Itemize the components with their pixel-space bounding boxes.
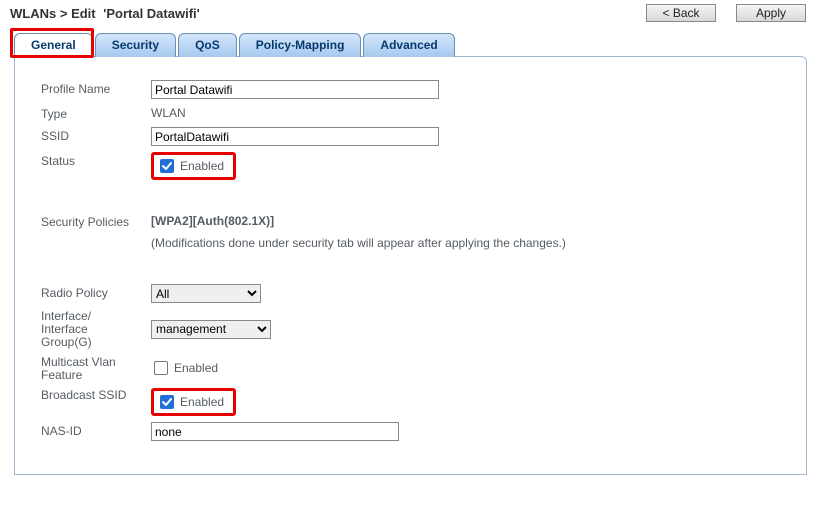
tabs: General Security QoS Policy-Mapping Adva… (14, 32, 807, 56)
broadcast-enabled-label: Enabled (180, 395, 224, 409)
page-title: WLANs > Edit 'Portal Datawifi' (10, 6, 200, 21)
check-icon (162, 397, 172, 407)
label-broadcast: Broadcast SSID (35, 385, 145, 419)
input-profile-name[interactable] (151, 80, 439, 99)
security-note: (Modifications done under security tab w… (151, 236, 566, 250)
value-security-policies: [WPA2][Auth(802.1X)] (151, 214, 566, 228)
tab-advanced[interactable]: Advanced (363, 33, 454, 57)
tab-qos[interactable]: QoS (178, 33, 237, 57)
breadcrumb-2: Edit (71, 6, 96, 21)
check-icon (162, 161, 172, 171)
input-nasid[interactable] (151, 422, 399, 441)
label-security-policies: Security Policies (35, 211, 145, 253)
breadcrumb-sep: > (60, 6, 68, 21)
multicast-enabled-label: Enabled (174, 361, 218, 375)
select-interface[interactable]: management (151, 320, 271, 339)
tab-policy-mapping[interactable]: Policy-Mapping (239, 33, 362, 57)
label-multicast: Multicast Vlan Feature (35, 352, 145, 385)
label-radio-policy: Radio Policy (35, 281, 145, 306)
checkbox-broadcast[interactable] (160, 395, 174, 409)
broadcast-highlight: Enabled (151, 388, 236, 416)
general-panel: Profile Name Type WLAN SSID Status (14, 56, 807, 475)
tab-security[interactable]: Security (95, 33, 176, 57)
select-radio-policy[interactable]: All (151, 284, 261, 303)
input-ssid[interactable] (151, 127, 439, 146)
label-nasid: NAS-ID (35, 419, 145, 444)
back-button[interactable]: < Back (646, 4, 716, 22)
status-highlight: Enabled (151, 152, 236, 180)
checkbox-multicast[interactable] (154, 361, 168, 375)
label-ssid: SSID (35, 124, 145, 149)
label-interface: Interface/ Interface Group(G) (35, 306, 145, 352)
label-type: Type (35, 102, 145, 124)
tab-general[interactable]: General (14, 33, 93, 57)
wlan-name: 'Portal Datawifi' (103, 6, 199, 21)
label-status: Status (35, 149, 145, 183)
label-profile-name: Profile Name (35, 77, 145, 102)
apply-button[interactable]: Apply (736, 4, 806, 22)
value-type: WLAN (145, 102, 572, 124)
checkbox-status[interactable] (160, 159, 174, 173)
breadcrumb-1: WLANs (10, 6, 56, 21)
status-enabled-label: Enabled (180, 159, 224, 173)
